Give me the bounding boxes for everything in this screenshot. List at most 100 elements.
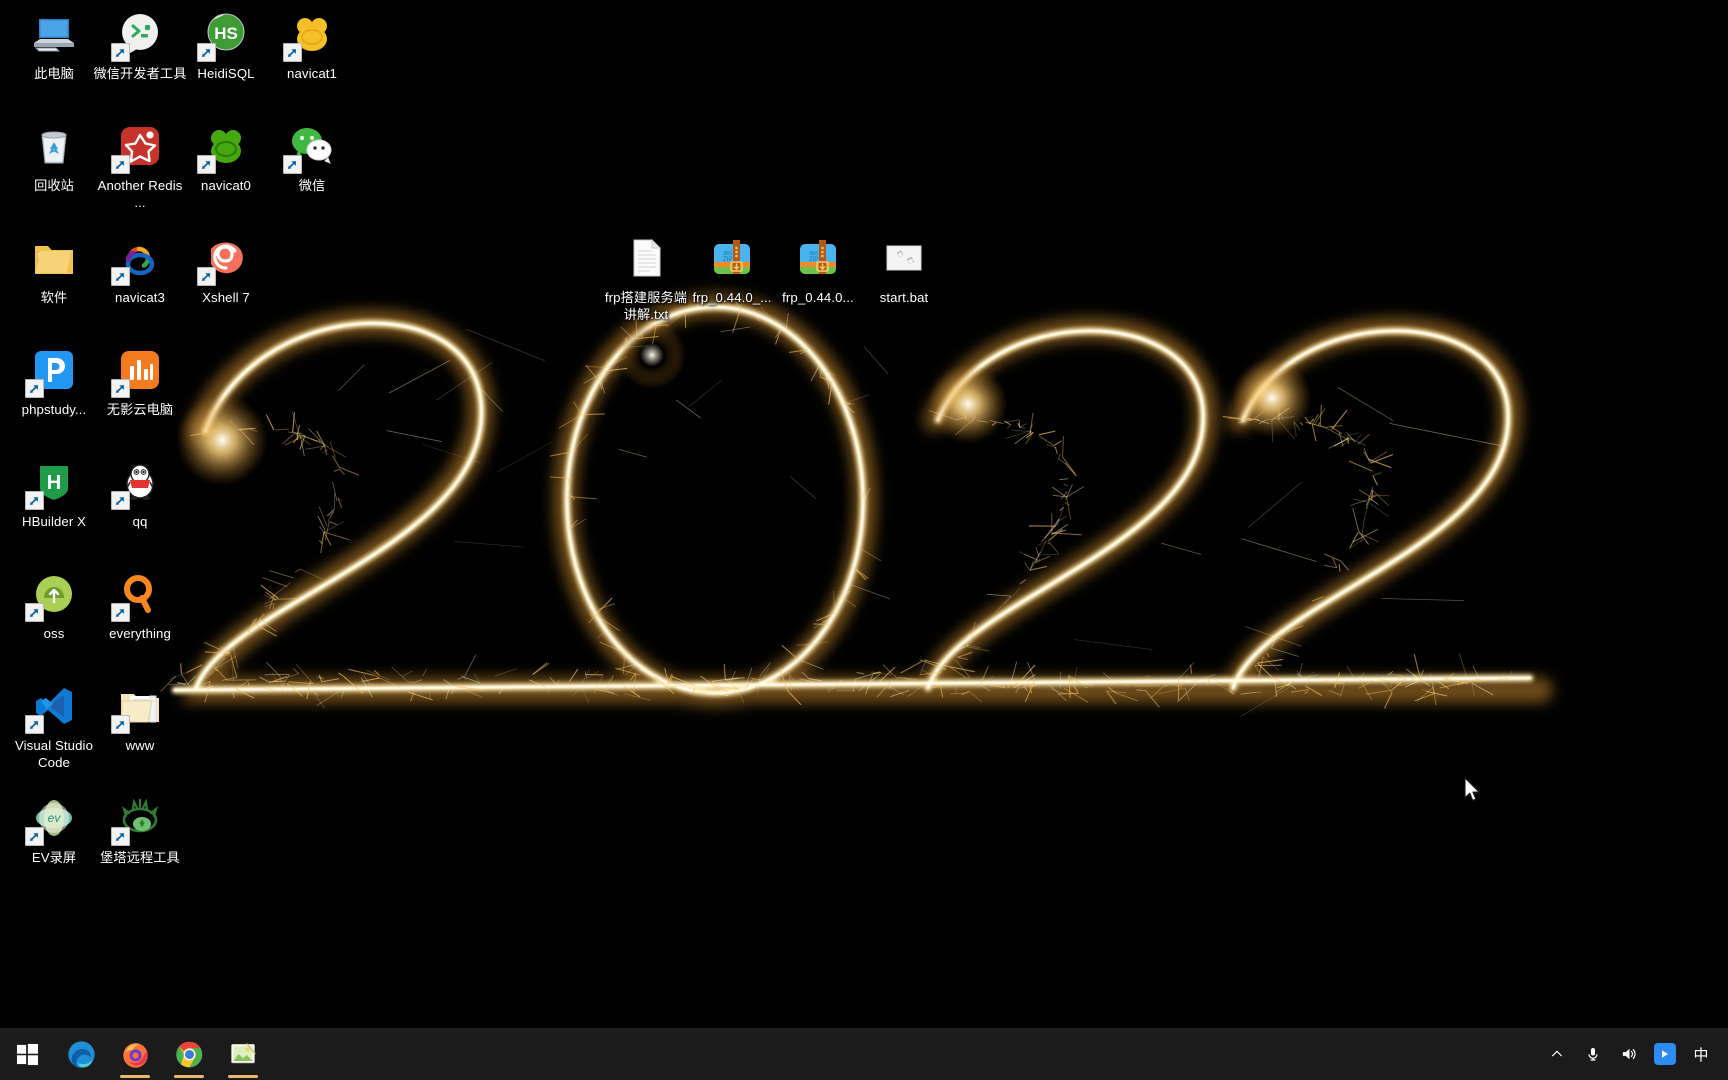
desktop-icon-label: everything [109,626,171,641]
desktop-icon-hbuilder-x[interactable]: H HBuilder X [6,456,102,530]
desktop-icon-phpstudy[interactable]: phpstudy... [6,344,102,418]
taskbar-snipaste[interactable] [216,1028,270,1080]
desktop-icon-visual-studio-code[interactable]: Visual Studio Code [6,680,102,771]
svg-text:H: H [47,472,61,494]
desktop-icon-label: navicat1 [287,66,337,81]
desktop-icon-navicat0[interactable]: navicat0 [178,120,274,194]
navicat1-icon [283,8,338,62]
desktop-icon-label: navicat3 [115,290,165,305]
desktop-icon-label: 堡塔远程工具 [100,850,180,865]
taskbar-active-indicator [228,1075,258,1078]
desktop-icon-label: Another Redis ... [97,178,183,210]
another-redis-desktop-manager-icon [111,120,166,174]
shortcut-arrow-icon [111,43,130,62]
desktop-icon-label: 微信 [298,178,326,193]
desktop-icon-label: frp_0.44.0_... [692,290,772,305]
desktop-icon-label: frp_0.44.0... [782,290,854,305]
frp-archive-1-icon: 360 ZIP [706,232,758,284]
wechat-icon [283,120,338,174]
microphone-icon[interactable] [1576,1028,1610,1080]
desktop-icon-recycle-bin[interactable]: 回收站 [6,120,102,194]
desktop-icon-grid[interactable]: 此电脑 微信开发者工具 HS HeidiSQL navicat1 回收站 Anot… [0,0,1728,1080]
desktop-icon-label: Xshell 7 [202,290,250,305]
desktop-icon-label: 回收站 [34,178,74,193]
desktop-icon-label: 软件 [40,290,68,305]
desktop-icon-label: oss [43,626,65,641]
shortcut-arrow-icon [197,155,216,174]
desktop-icon-label: EV录屏 [31,850,77,865]
shortcut-arrow-icon [111,267,130,286]
desktop-icon-www-folder[interactable]: www [92,680,188,754]
frp-server-setup-notes-icon [620,232,672,284]
svg-text:HS: HS [214,24,238,43]
desktop-icon-navicat3[interactable]: navicat3 [92,232,188,306]
phpstudy-icon [25,344,80,398]
frp-archive-2-icon: 360 ZIP [792,232,844,284]
desktop-icon-wechat-devtools[interactable]: 微信开发者工具 [92,8,188,82]
taskbar-active-indicator [120,1075,150,1078]
ev-screen-recorder-icon: ev [25,792,80,846]
svg-text:ZIP: ZIP [809,257,818,263]
shortcut-arrow-icon [111,827,130,846]
oss-icon [25,568,80,622]
desktop-icon-software-folder[interactable]: 软件 [6,232,102,306]
desktop-icon-label: navicat0 [201,178,251,193]
ime-mode-icon[interactable] [1648,1028,1682,1080]
desktop-icon-everything[interactable]: everything [92,568,188,642]
navicat3-icon [111,232,166,286]
taskbar-chrome[interactable] [162,1028,216,1080]
show-hidden-icons[interactable] [1540,1028,1574,1080]
desktop-icon-ev-screen-recorder[interactable]: ev EV录屏 [6,792,102,866]
volume-icon[interactable] [1612,1028,1646,1080]
desktop-icon-wuying-cloud-computer[interactable]: 无影云电脑 [92,344,188,418]
taskbar[interactable]: 中 [0,1028,1728,1080]
desktop-icon-frp-archive-2[interactable]: 360 ZIP frp_0.44.0... [770,232,866,306]
desktop-icon-oss[interactable]: oss [6,568,102,642]
mouse-pointer [1464,777,1480,801]
desktop-icon-another-redis-desktop-manager[interactable]: Another Redis ... [92,120,188,211]
desktop-icon-navicat1[interactable]: navicat1 [264,8,360,82]
shortcut-arrow-icon [25,603,44,622]
desktop-icon-label: qq [132,514,148,529]
shortcut-arrow-icon [111,155,130,174]
desktop-icon-label: HeidiSQL [197,66,255,81]
system-tray[interactable]: 中 [1540,1028,1728,1080]
software-folder-icon [28,232,80,284]
desktop-icon-label: 无影云电脑 [106,402,174,417]
shortcut-arrow-icon [111,603,130,622]
start-bat-icon [878,232,930,284]
desktop-icon-qq[interactable]: qq [92,456,188,530]
baota-remote-tool-icon [111,792,166,846]
wuying-cloud-computer-icon [111,344,166,398]
wechat-devtools-icon [111,8,166,62]
desktop-icon-start-bat[interactable]: start.bat [856,232,952,306]
desktop-icon-baota-remote-tool[interactable]: 堡塔远程工具 [92,792,188,866]
desktop-icon-wechat[interactable]: 微信 [264,120,360,194]
start-button[interactable] [0,1028,54,1080]
desktop-icon-label: Visual Studio Code [14,738,94,770]
taskbar-active-indicator [174,1075,204,1078]
this-pc-icon [28,8,80,60]
shortcut-arrow-icon [197,43,216,62]
everything-icon [111,568,166,622]
ime-language-indicator[interactable]: 中 [1684,1028,1718,1080]
qq-icon [111,456,166,510]
taskbar-pinned-items[interactable] [0,1028,270,1080]
desktop-icon-label: HBuilder X [21,514,87,529]
taskbar-firefox[interactable] [108,1028,162,1080]
hbuilder-x-icon: H [25,456,80,510]
taskbar-edge[interactable] [54,1028,108,1080]
svg-text:ev: ev [48,811,62,825]
desktop-icon-xshell-7[interactable]: Xshell 7 [178,232,274,306]
desktop-icon-frp-server-setup-notes[interactable]: frp搭建服务端讲解.txt [598,232,694,323]
desktop-icon-this-pc[interactable]: 此电脑 [6,8,102,82]
shortcut-arrow-icon [283,155,302,174]
desktop-icon-label: frp搭建服务端讲解.txt [604,290,688,322]
desktop-icon-label: 此电脑 [34,66,74,81]
desktop-icon-label: 微信开发者工具 [93,66,187,81]
shortcut-arrow-icon [111,715,130,734]
desktop-icon-heidisql[interactable]: HS HeidiSQL [178,8,274,82]
recycle-bin-icon [28,120,80,172]
heidisql-icon: HS [197,8,252,62]
desktop-icon-frp-archive-1[interactable]: 360 ZIP frp_0.44.0_... [684,232,780,306]
